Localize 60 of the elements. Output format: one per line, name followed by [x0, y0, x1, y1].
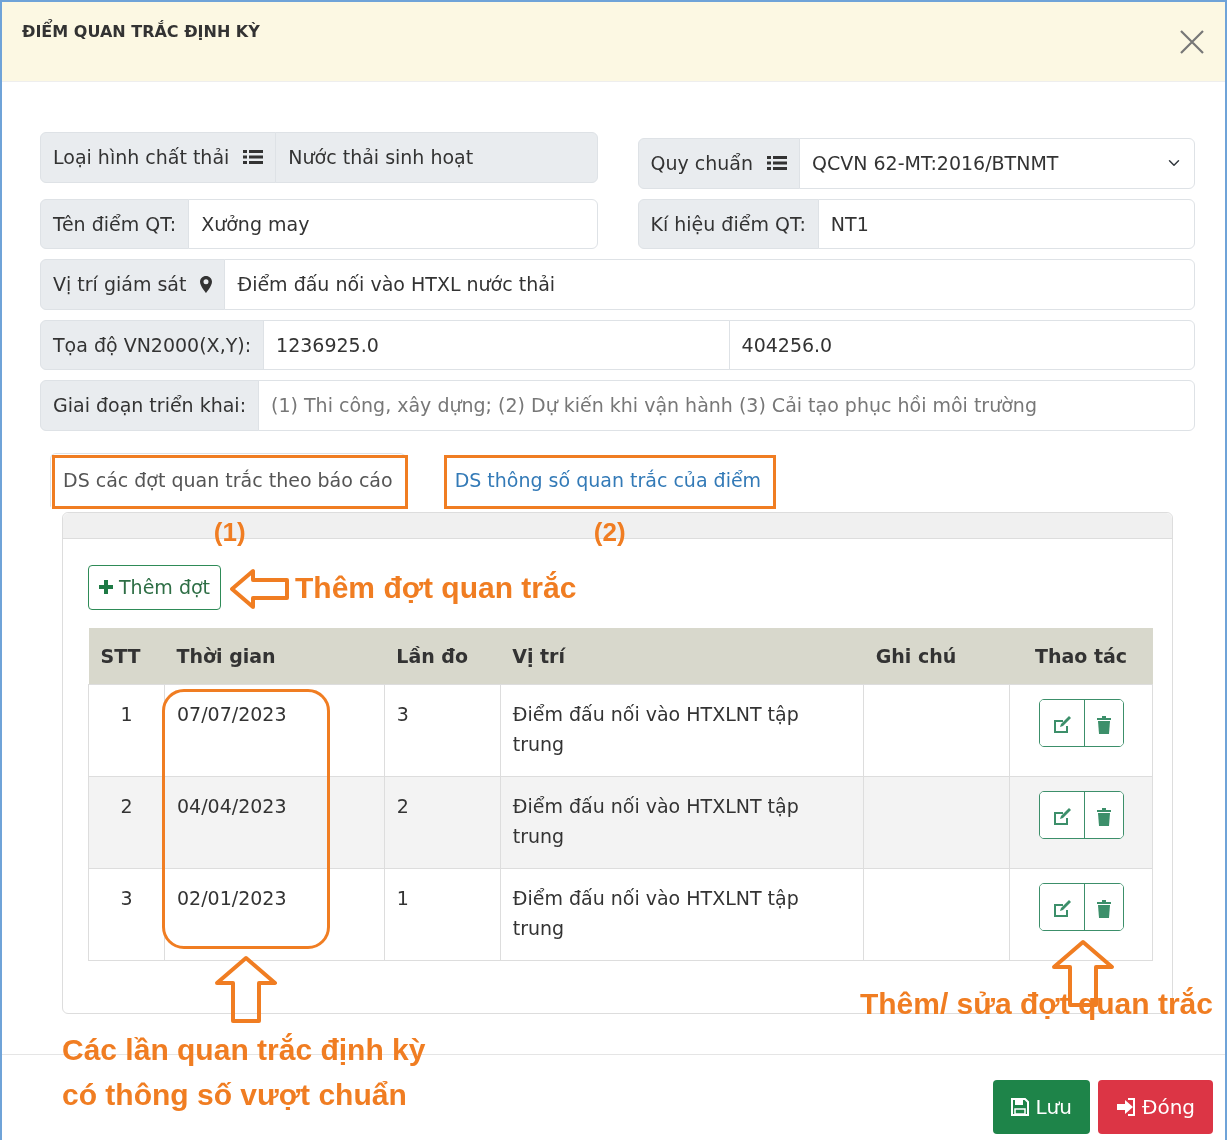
close-button[interactable]: Đóng: [1097, 1080, 1213, 1134]
add-button[interactable]: Thêm đợt: [88, 565, 222, 610]
table-cell: 1: [88, 684, 165, 777]
field-label: Loại hình chất thải: [53, 145, 230, 170]
table-cell: 3: [384, 684, 501, 777]
field-label: Kí hiệu điểm QT:: [650, 211, 806, 237]
column-header: STT: [88, 627, 165, 685]
table-cell: 3: [88, 868, 165, 961]
column-header: Thời gian: [164, 627, 385, 685]
table-cell: Điểm đấu nối vào HTXLNT tập trung: [500, 684, 864, 777]
edit-icon: [1051, 899, 1072, 918]
delete-button[interactable]: [1083, 792, 1123, 839]
exit-arrow-icon: [1115, 1098, 1136, 1116]
waste-type-field[interactable]: Nước thải sinh hoạt: [275, 132, 598, 183]
list-icon: [767, 155, 787, 172]
trash-icon: [1096, 899, 1111, 918]
map-pin-icon: [200, 275, 213, 293]
annotation-text: Thêm đợt quan trắc: [295, 570, 577, 607]
delete-button[interactable]: [1083, 700, 1123, 747]
delete-button[interactable]: [1083, 884, 1123, 931]
annotation-number: (1): [213, 516, 246, 549]
edit-button[interactable]: [1039, 792, 1084, 839]
annotation-text: Các lần quan trắc định kỳ có thông số vượt chuẩn: [62, 1031, 427, 1113]
field-label: Vị trí giám sát: [53, 272, 187, 297]
table-cell: 2: [384, 776, 501, 869]
x-coordinate-field[interactable]: 1236925.0: [263, 319, 730, 370]
table-cell: 2: [88, 776, 165, 869]
field-label: Giai đoạn triển khai:: [53, 393, 247, 418]
table-cell: Điểm đấu nối vào HTXLNT tập trung: [500, 868, 864, 961]
column-header: Lần đo: [384, 627, 501, 685]
table-cell: 07/07/2023: [164, 684, 385, 777]
dialog-title: ĐIỂM QUAN TRẮC ĐỊNH KỲ: [22, 20, 260, 44]
table-cell: 1: [384, 868, 501, 961]
trash-icon: [1096, 807, 1111, 826]
field-label: Tên điểm QT:: [53, 211, 177, 237]
table-cell: Điểm đấu nối vào HTXLNT tập trung: [500, 776, 864, 869]
trash-icon: [1096, 715, 1111, 734]
edit-icon: [1051, 715, 1072, 734]
column-header: Ghi chú: [863, 627, 1010, 685]
tab[interactable]: DS thông số quan trắc của điểm: [441, 452, 775, 507]
y-coordinate-field[interactable]: 404256.0: [728, 319, 1195, 370]
table-cell: 04/04/2023: [164, 776, 385, 869]
field-label: Quy chuẩn: [650, 151, 753, 176]
plus-icon: [99, 580, 113, 595]
standard-select[interactable]: QCVN 62-MT:2016/BTNMT: [799, 138, 1195, 189]
save-button[interactable]: Lưu: [993, 1080, 1090, 1134]
annotation-number: (2): [593, 516, 626, 549]
field-label: Tọa độ VN2000(X,Y):: [53, 332, 252, 358]
column-header: Vị trí: [500, 627, 864, 685]
point-name-field[interactable]: Xưởng may: [188, 198, 598, 249]
left-arrow-icon: [229, 568, 291, 611]
table-cell: 02/01/2023: [164, 868, 385, 961]
point-code-field[interactable]: NT1: [817, 198, 1195, 249]
edit-icon: [1051, 807, 1072, 826]
location-field[interactable]: Điểm đấu nối vào HTXL nước thải: [224, 259, 1195, 310]
stage-field[interactable]: (1) Thi công, xây dựng; (2) Dự kiến khi vận hành (3) Cải tạo phục hồi môi trường: [258, 380, 1195, 431]
list-icon: [243, 149, 264, 166]
tab[interactable]: DS các đợt quan trắc theo báo cáo: [50, 452, 406, 507]
column-header: Thao tác: [1009, 627, 1153, 685]
up-arrow-icon: [214, 954, 279, 1024]
